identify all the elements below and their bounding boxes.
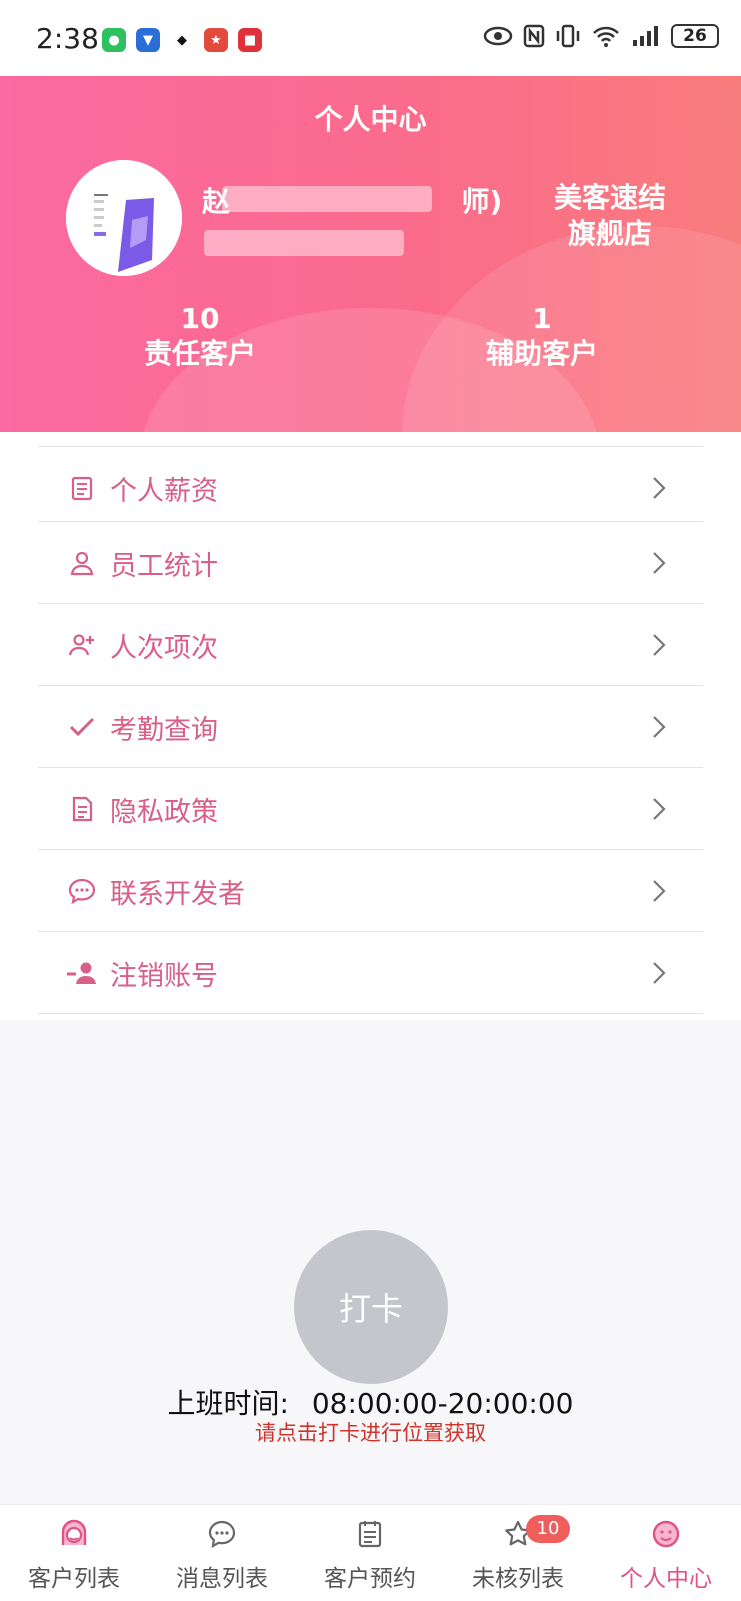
clipboard-icon — [71, 476, 93, 501]
battery-indicator: 26 — [671, 24, 719, 48]
menu-item-contact-developer[interactable]: 联系开发者 — [38, 850, 703, 932]
check-icon — [69, 717, 95, 737]
tab-unverified-list[interactable]: 10 未核列表 — [444, 1505, 592, 1601]
person-icon — [70, 551, 94, 576]
calendar-list-icon — [358, 1521, 382, 1548]
wechat-icon: ● — [102, 28, 126, 52]
profile-header: 个人中心 赵 师) 美客速结 旗舰店 10 责任客户 1 辅助客户 — [0, 76, 741, 432]
menu-item-salary[interactable]: 个人薪资 — [38, 446, 703, 522]
status-time: 2:38 — [36, 22, 99, 55]
red-app-icon: ■ — [238, 28, 262, 52]
work-time-label: 上班时间: — [167, 1387, 289, 1420]
stat-label: 辅助客户 — [485, 337, 598, 370]
tab-message-list[interactable]: 消息列表 — [148, 1505, 296, 1601]
menu-item-label: 隐私政策 — [110, 797, 218, 828]
menu-item-visit-counts[interactable]: 人次项次 — [38, 604, 703, 686]
profile-face-icon — [652, 1520, 680, 1548]
store-name: 美客速结 旗舰店 — [540, 180, 680, 252]
stat-responsible-customers[interactable]: 10 责任客户 — [120, 302, 280, 372]
tab-profile-center[interactable]: 个人中心 — [592, 1505, 740, 1601]
work-time: 上班时间: 08:00:00-20:00:00 — [0, 1382, 741, 1422]
stat-value: 1 — [532, 302, 552, 335]
menu-item-label: 考勤查询 — [110, 715, 218, 746]
redaction-blur — [222, 186, 432, 212]
person-remove-icon — [67, 962, 96, 984]
store-name-line1: 美客速结 — [553, 181, 666, 214]
tab-label: 个人中心 — [620, 1566, 712, 1592]
tab-label: 消息列表 — [176, 1566, 268, 1592]
redaction-blur — [204, 230, 404, 256]
settings-menu: 个人薪资 员工统计 人次项次 考勤查询 隐私政策 联系开发者 注销账号 — [0, 432, 741, 1020]
menu-item-label: 个人薪资 — [110, 476, 218, 507]
tab-customer-appointment[interactable]: 客户预约 — [296, 1505, 444, 1601]
status-bar: 2:38 ● ▼ ◆ ★ ■ 26 — [0, 0, 741, 76]
chevron-right-icon — [653, 716, 666, 738]
stat-label: 责任客户 — [143, 337, 256, 370]
customer-face-icon — [61, 1519, 87, 1545]
person-add-icon — [68, 634, 94, 656]
menu-item-label: 联系开发者 — [110, 879, 245, 910]
tab-customer-list[interactable]: 客户列表 — [0, 1505, 148, 1601]
stat-assistant-customers[interactable]: 1 辅助客户 — [462, 302, 622, 372]
status-indicators: 26 — [483, 24, 719, 48]
badge-count: 10 — [526, 1515, 570, 1543]
message-icon — [208, 1520, 236, 1549]
tab-label: 客户预约 — [324, 1566, 416, 1592]
tab-label: 客户列表 — [28, 1566, 120, 1592]
menu-item-privacy-policy[interactable]: 隐私政策 — [38, 768, 703, 850]
shield-app-icon: ▼ — [136, 28, 160, 52]
page-title: 个人中心 — [314, 103, 427, 136]
stat-value: 10 — [180, 302, 220, 335]
punch-in-button[interactable]: 打卡 — [294, 1230, 448, 1384]
chevron-right-icon — [653, 798, 666, 820]
menu-item-delete-account[interactable]: 注销账号 — [38, 932, 703, 1014]
document-icon — [72, 796, 93, 822]
wifi-icon — [593, 26, 619, 47]
menu-item-label: 注销账号 — [110, 961, 218, 992]
avatar-image — [66, 160, 182, 276]
game-app-icon: ★ — [204, 28, 228, 52]
chevron-right-icon — [653, 477, 666, 499]
signal-icon — [633, 26, 658, 46]
bottom-tab-bar: 客户列表 消息列表 客户预约 10 未核列表 个人中心 — [0, 1504, 741, 1601]
vibrate-icon — [556, 24, 580, 48]
chevron-right-icon — [653, 880, 666, 902]
menu-item-staff-stats[interactable]: 员工统计 — [38, 522, 703, 604]
menu-item-label: 员工统计 — [110, 551, 218, 582]
tab-label: 未核列表 — [472, 1566, 564, 1592]
chevron-right-icon — [653, 962, 666, 984]
chat-icon — [68, 878, 96, 905]
user-name-end: 师) — [461, 185, 503, 218]
menu-item-label: 人次项次 — [110, 633, 218, 664]
work-time-value: 08:00:00-20:00:00 — [311, 1387, 574, 1420]
menu-item-attendance[interactable]: 考勤查询 — [38, 686, 703, 768]
chevron-right-icon — [653, 634, 666, 656]
eye-icon — [483, 26, 513, 46]
location-hint: 请点击打卡进行位置获取 — [255, 1421, 486, 1445]
store-name-line2: 旗舰店 — [567, 217, 652, 250]
chevron-right-icon — [653, 552, 666, 574]
nfc-icon — [523, 24, 545, 48]
qq-icon: ◆ — [170, 28, 194, 52]
avatar[interactable] — [66, 160, 182, 276]
notification-icons: ● ▼ ◆ ★ ■ — [102, 28, 262, 52]
